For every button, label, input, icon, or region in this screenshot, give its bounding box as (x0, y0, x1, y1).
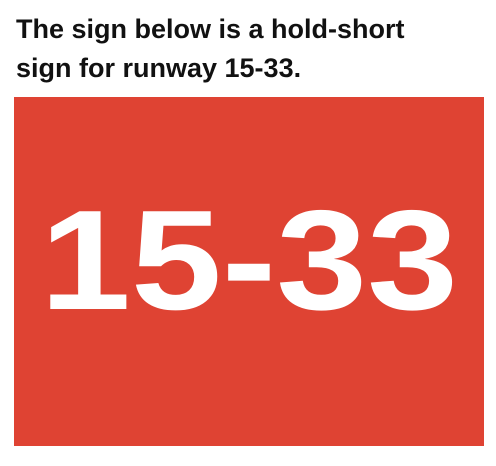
caption: The sign below is a hold-short sign for … (16, 10, 486, 88)
hold-short-sign: 15-33 (14, 97, 484, 446)
sign-graphic: 15-33 (40, 181, 458, 340)
runway-designation: 15-33 (40, 181, 458, 340)
caption-line-1: The sign below is a hold-short (16, 14, 405, 44)
caption-line-2: sign for runway 15-33. (16, 53, 302, 83)
